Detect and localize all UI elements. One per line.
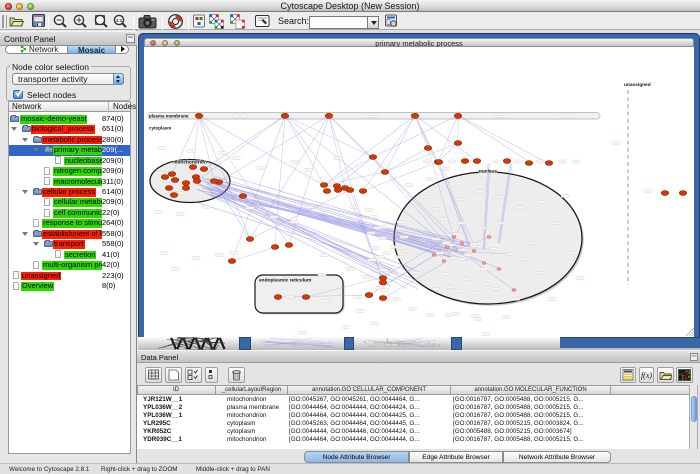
svg-text:cytoplasm: cytoplasm (149, 126, 171, 131)
svg-text:1:1: 1:1 (116, 18, 123, 23)
svg-text:f(x): f(x) (641, 371, 652, 380)
svg-text:endoplasmic reticulum: endoplasmic reticulum (259, 278, 311, 284)
svg-text:nucleus: nucleus (479, 169, 497, 175)
svg-text:plasma membrane: plasma membrane (149, 113, 189, 118)
svg-text:unassigned: unassigned (624, 82, 651, 88)
svg-text:mitochondrion: mitochondrion (173, 160, 207, 166)
